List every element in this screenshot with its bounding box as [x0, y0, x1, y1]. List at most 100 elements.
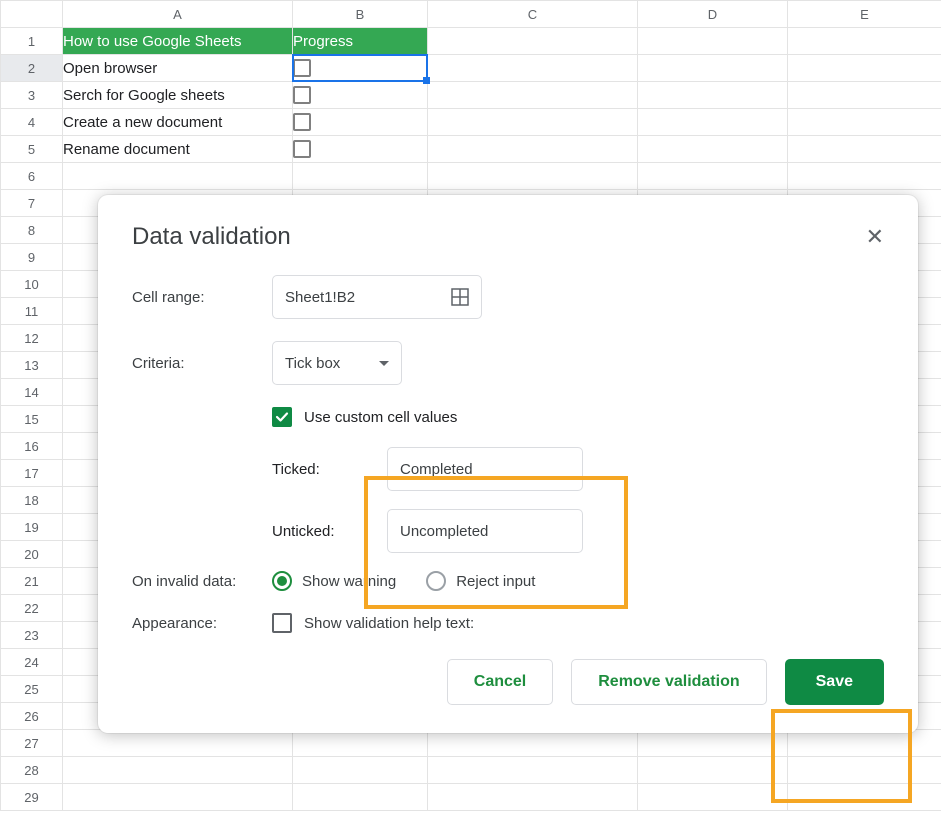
cell[interactable] [638, 136, 788, 163]
cell[interactable] [638, 28, 788, 55]
cell[interactable] [293, 82, 428, 109]
cell[interactable] [638, 784, 788, 811]
cell[interactable] [293, 136, 428, 163]
cell[interactable] [293, 730, 428, 757]
cell[interactable]: Create a new document [63, 109, 293, 136]
row-header-15[interactable]: 15 [1, 406, 63, 433]
col-header-B[interactable]: B [293, 1, 428, 28]
row-header-7[interactable]: 7 [1, 190, 63, 217]
col-header-A[interactable]: A [63, 1, 293, 28]
checkbox-icon[interactable] [293, 140, 311, 158]
remove-validation-button[interactable]: Remove validation [571, 659, 766, 705]
select-all-corner[interactable] [1, 1, 63, 28]
cell-range-input[interactable]: Sheet1!B2 [272, 275, 482, 319]
cell[interactable] [428, 136, 638, 163]
cell[interactable]: Rename document [63, 136, 293, 163]
close-button[interactable]: ✕ [866, 224, 884, 250]
cell[interactable] [428, 28, 638, 55]
cell[interactable] [788, 784, 941, 811]
cell[interactable] [428, 730, 638, 757]
cell[interactable] [638, 109, 788, 136]
show-help-text-checkbox[interactable] [272, 613, 292, 633]
row-header-4[interactable]: 4 [1, 109, 63, 136]
cell[interactable] [788, 82, 941, 109]
row-header-13[interactable]: 13 [1, 352, 63, 379]
cell[interactable] [638, 163, 788, 190]
cell[interactable] [293, 55, 428, 82]
cell[interactable] [293, 784, 428, 811]
col-header-E[interactable]: E [788, 1, 941, 28]
cell[interactable] [638, 82, 788, 109]
cell[interactable] [428, 163, 638, 190]
unticked-value-input[interactable]: Uncompleted [387, 509, 583, 553]
row-header-8[interactable]: 8 [1, 217, 63, 244]
row-header-20[interactable]: 20 [1, 541, 63, 568]
cell[interactable] [788, 55, 941, 82]
criteria-select[interactable]: Tick box [272, 341, 402, 385]
cell[interactable] [293, 163, 428, 190]
row-header-1[interactable]: 1 [1, 28, 63, 55]
range-picker-icon[interactable] [451, 288, 469, 306]
cell[interactable] [428, 55, 638, 82]
row-header-27[interactable]: 27 [1, 730, 63, 757]
row-header-29[interactable]: 29 [1, 784, 63, 811]
cell[interactable] [788, 28, 941, 55]
row-header-14[interactable]: 14 [1, 379, 63, 406]
cell[interactable] [638, 757, 788, 784]
cell[interactable] [638, 55, 788, 82]
row-header-24[interactable]: 24 [1, 649, 63, 676]
cell[interactable]: Open browser [63, 55, 293, 82]
row-header-3[interactable]: 3 [1, 82, 63, 109]
cancel-button[interactable]: Cancel [447, 659, 553, 705]
ticked-value-input[interactable]: Completed [387, 447, 583, 491]
show-warning-radio[interactable] [272, 571, 292, 591]
reject-input-radio[interactable] [426, 571, 446, 591]
cell[interactable] [63, 784, 293, 811]
cell[interactable]: How to use Google Sheets [63, 28, 293, 55]
row-header-17[interactable]: 17 [1, 460, 63, 487]
row-header-11[interactable]: 11 [1, 298, 63, 325]
cell[interactable]: Progress [293, 28, 428, 55]
cell[interactable] [63, 757, 293, 784]
row-header-25[interactable]: 25 [1, 676, 63, 703]
cell[interactable] [788, 730, 941, 757]
cell[interactable]: Serch for Google sheets [63, 82, 293, 109]
save-button[interactable]: Save [785, 659, 884, 705]
row-header-12[interactable]: 12 [1, 325, 63, 352]
cell[interactable] [638, 730, 788, 757]
cell[interactable] [428, 784, 638, 811]
row-header-18[interactable]: 18 [1, 487, 63, 514]
checkbox-icon[interactable] [293, 86, 311, 104]
checkbox-icon[interactable] [293, 113, 311, 131]
cell[interactable] [293, 757, 428, 784]
show-help-text-label: Show validation help text: [304, 615, 474, 632]
row-header-28[interactable]: 28 [1, 757, 63, 784]
cell[interactable] [428, 757, 638, 784]
cell[interactable] [428, 109, 638, 136]
cell[interactable] [788, 109, 941, 136]
row-header-2[interactable]: 2 [1, 55, 63, 82]
row-header-5[interactable]: 5 [1, 136, 63, 163]
cell[interactable] [63, 730, 293, 757]
selection-handle[interactable] [423, 77, 430, 84]
cell[interactable] [788, 757, 941, 784]
row-header-21[interactable]: 21 [1, 568, 63, 595]
use-custom-values-checkbox[interactable] [272, 407, 292, 427]
row-header-6[interactable]: 6 [1, 163, 63, 190]
col-header-C[interactable]: C [428, 1, 638, 28]
row-header-23[interactable]: 23 [1, 622, 63, 649]
row-header-9[interactable]: 9 [1, 244, 63, 271]
cell[interactable] [788, 136, 941, 163]
col-header-D[interactable]: D [638, 1, 788, 28]
row-header-19[interactable]: 19 [1, 514, 63, 541]
cell[interactable] [428, 82, 638, 109]
row-header-10[interactable]: 10 [1, 271, 63, 298]
cell[interactable] [63, 163, 293, 190]
cell[interactable] [293, 109, 428, 136]
cell[interactable] [788, 163, 941, 190]
row-header-22[interactable]: 22 [1, 595, 63, 622]
row-header-16[interactable]: 16 [1, 433, 63, 460]
checkbox-icon[interactable] [293, 59, 311, 77]
row-header-26[interactable]: 26 [1, 703, 63, 730]
unticked-value-text: Uncompleted [400, 523, 488, 540]
